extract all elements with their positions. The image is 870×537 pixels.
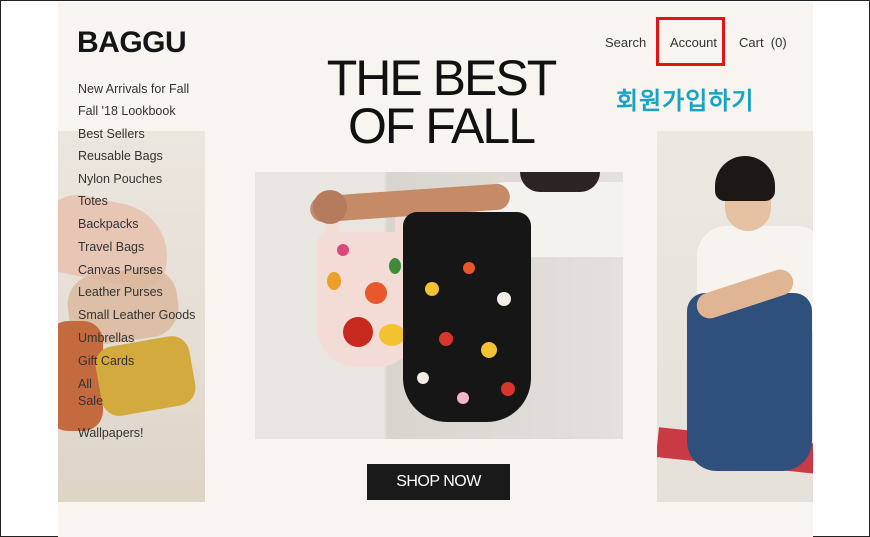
pattern-dot [481, 342, 497, 358]
pattern-dot [389, 258, 401, 274]
pattern-dot [379, 324, 405, 346]
menu-item-gift-cards[interactable]: Gift Cards [78, 354, 134, 368]
menu-item-sale[interactable]: Sale [78, 394, 103, 408]
hand-shape [313, 190, 347, 224]
menu-item-new-arrivals[interactable]: New Arrivals for Fall [78, 82, 189, 96]
menu-item-umbrellas[interactable]: Umbrellas [78, 331, 134, 345]
pattern-dot [337, 244, 349, 256]
search-link[interactable]: Search [605, 35, 646, 50]
hero-headline-line-1: THE BEST [326, 50, 557, 106]
menu-item-canvas-purses[interactable]: Canvas Purses [78, 263, 163, 277]
menu-item-travel-bags[interactable]: Travel Bags [78, 240, 144, 254]
pattern-dot [501, 382, 515, 396]
menu-item-wallpapers[interactable]: Wallpapers! [78, 426, 144, 440]
pattern-dot [327, 272, 341, 290]
menu-item-all[interactable]: All [78, 377, 92, 391]
menu-item-reusable-bags[interactable]: Reusable Bags [78, 149, 163, 163]
pattern-dot [439, 332, 453, 346]
center-product-image[interactable] [255, 172, 623, 439]
pattern-dot [417, 372, 429, 384]
baggu-homepage: BAGGU Search Account Cart (0) 회원가입하기 THE… [58, 2, 813, 537]
menu-item-small-leather-goods[interactable]: Small Leather Goods [78, 308, 195, 322]
pattern-dot [457, 392, 469, 404]
pattern-dot [343, 317, 373, 347]
menu-item-totes[interactable]: Totes [78, 194, 108, 208]
menu-item-leather-purses[interactable]: Leather Purses [78, 285, 163, 299]
right-product-image[interactable] [657, 131, 813, 502]
shop-now-button[interactable]: SHOP NOW [367, 464, 510, 500]
browser-frame: BAGGU Search Account Cart (0) 회원가입하기 THE… [0, 0, 870, 537]
menu-item-backpacks[interactable]: Backpacks [78, 217, 138, 231]
hero-headline-line-2: OF FALL [347, 98, 536, 154]
brand-logo[interactable]: BAGGU [77, 26, 187, 60]
pattern-dot [463, 262, 475, 274]
pattern-dot [497, 292, 511, 306]
menu-item-nylon-pouches[interactable]: Nylon Pouches [78, 172, 162, 186]
menu-item-lookbook[interactable]: Fall '18 Lookbook [78, 104, 176, 118]
signup-annotation-label: 회원가입하기 [616, 87, 755, 115]
denim-bag-shape [687, 293, 812, 471]
pattern-dot [365, 282, 387, 304]
hair-shape [715, 156, 775, 201]
black-floral-bag [403, 212, 531, 422]
account-highlight-box [656, 17, 725, 66]
pink-floral-bag [317, 202, 417, 367]
pattern-dot [425, 282, 439, 296]
menu-item-best-sellers[interactable]: Best Sellers [78, 127, 145, 141]
cart-link[interactable]: Cart (0) [739, 35, 787, 50]
hero-headline: THE BEST OF FALL [258, 50, 624, 154]
mustard-bag-shape [92, 333, 199, 419]
hair-shape [520, 172, 600, 192]
